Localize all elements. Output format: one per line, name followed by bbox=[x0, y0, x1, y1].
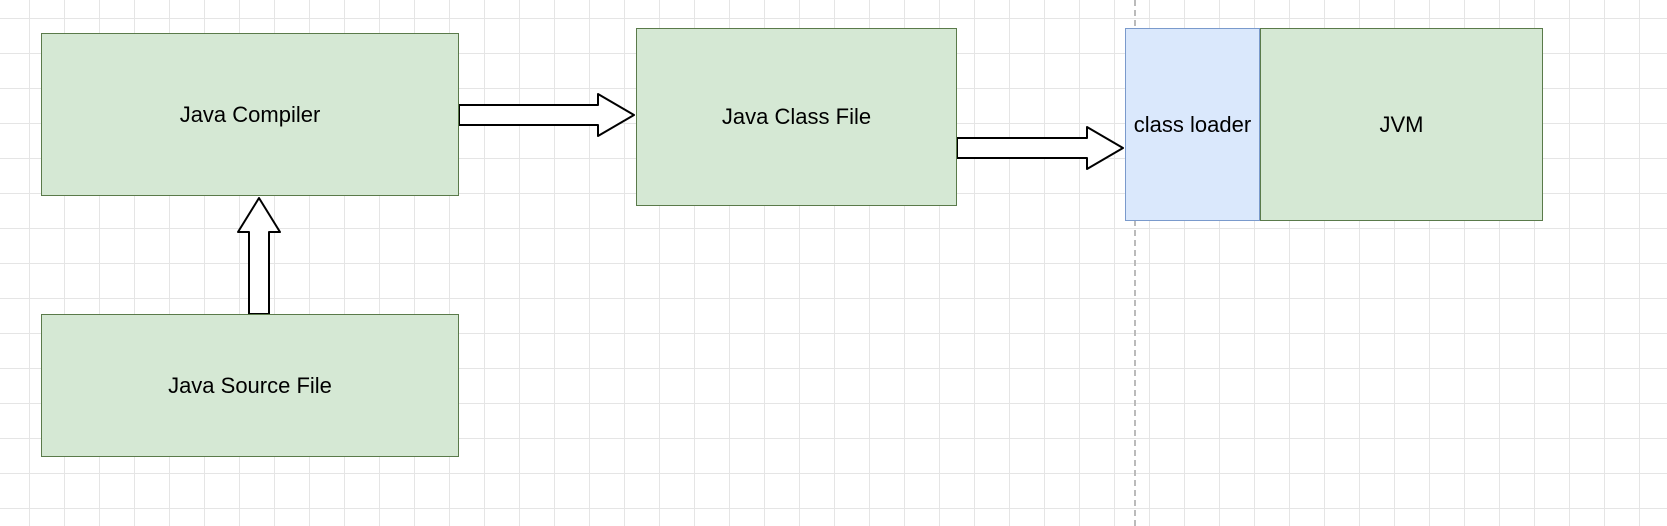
arrow-classfile-to-loader-icon bbox=[957, 125, 1125, 171]
java-source-file-label: Java Source File bbox=[168, 373, 332, 399]
class-loader-box: class loader bbox=[1125, 28, 1260, 221]
arrow-compiler-to-classfile-icon bbox=[459, 92, 636, 138]
jvm-box: JVM bbox=[1260, 28, 1543, 221]
java-compiler-box: Java Compiler bbox=[41, 33, 459, 196]
class-loader-label: class loader bbox=[1134, 112, 1251, 138]
java-class-file-label: Java Class File bbox=[722, 104, 871, 130]
java-class-file-box: Java Class File bbox=[636, 28, 957, 206]
jvm-label: JVM bbox=[1380, 112, 1424, 138]
arrow-source-to-compiler-icon bbox=[236, 196, 282, 314]
java-source-file-box: Java Source File bbox=[41, 314, 459, 457]
java-compiler-label: Java Compiler bbox=[180, 102, 321, 128]
